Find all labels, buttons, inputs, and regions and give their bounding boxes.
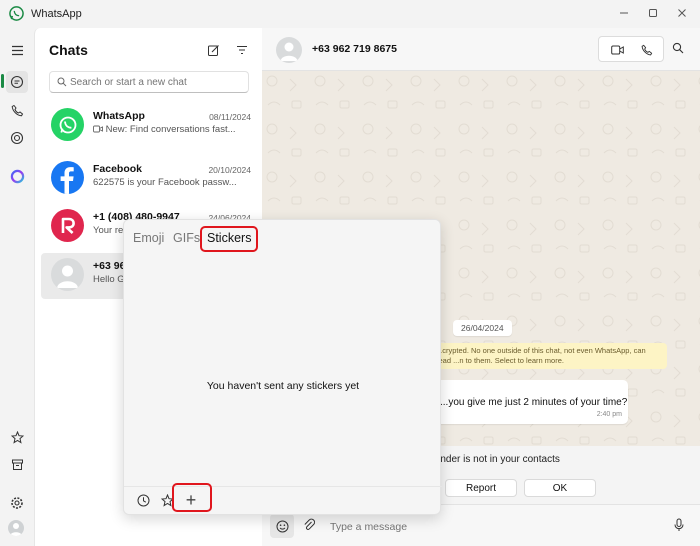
search-input[interactable] <box>70 75 245 90</box>
message-input[interactable] <box>330 519 630 535</box>
starred-icon[interactable] <box>6 426 28 448</box>
stickers-tab-highlight <box>200 226 258 252</box>
message-time: 2:40 pm <box>596 411 622 418</box>
active-indicator <box>1 74 4 88</box>
chat-item-whatsapp[interactable]: WhatsApp 08/11/2024 New: Find conversati… <box>41 103 257 149</box>
chat-name: Facebook <box>93 163 143 175</box>
microphone-icon[interactable] <box>674 518 684 537</box>
emoji-button-icon[interactable] <box>270 514 294 538</box>
minimize-icon[interactable] <box>614 3 634 23</box>
tab-emoji[interactable]: Emoji <box>133 231 164 245</box>
search-box[interactable] <box>49 71 249 93</box>
settings-icon[interactable] <box>6 492 28 514</box>
meta-ai-icon[interactable] <box>6 165 28 187</box>
voice-call-icon[interactable] <box>638 41 656 59</box>
search-icon <box>57 77 67 87</box>
call-buttons-group <box>598 36 664 62</box>
unknown-sender-text: ...nder is not in your contacts <box>432 454 560 465</box>
video-call-icon[interactable] <box>608 41 626 59</box>
chats-icon[interactable] <box>6 71 28 93</box>
whatsapp-avatar-icon <box>51 108 84 141</box>
attach-icon[interactable] <box>303 518 316 537</box>
app-title: WhatsApp <box>31 8 82 20</box>
contact-name[interactable]: +63 962 719 8675 <box>312 43 397 55</box>
calls-icon[interactable] <box>6 99 28 121</box>
default-avatar-icon <box>51 258 84 291</box>
filter-icon[interactable] <box>234 42 250 58</box>
date-chip: 26/04/2024 <box>453 320 512 336</box>
add-sticker-highlight <box>172 483 212 512</box>
archived-icon[interactable] <box>6 453 28 475</box>
close-icon[interactable] <box>672 3 692 23</box>
chats-title: Chats <box>49 42 88 58</box>
video-preview-icon <box>93 125 103 133</box>
conversation-search-icon[interactable] <box>672 41 684 59</box>
chat-date: 20/10/2024 <box>208 165 251 175</box>
sticker-picker-popup: Emoji GIFs Stickers You haven't sent any… <box>123 219 442 515</box>
contact-avatar[interactable] <box>276 37 302 63</box>
maximize-icon[interactable] <box>643 3 663 23</box>
new-chat-icon[interactable] <box>205 42 221 58</box>
menu-icon[interactable] <box>6 39 28 61</box>
tab-gifs[interactable]: GIFs <box>173 231 200 245</box>
chat-preview: New: Find conversations fast... <box>93 124 245 135</box>
report-button[interactable]: Report <box>445 479 517 497</box>
chat-date: 08/11/2024 <box>209 112 251 122</box>
recent-icon[interactable] <box>134 491 152 509</box>
conversation-header: +63 962 719 8675 <box>262 28 700 71</box>
chat-name: WhatsApp <box>93 110 145 122</box>
facebook-avatar-icon <box>51 161 84 194</box>
status-icon[interactable] <box>6 127 28 149</box>
navigation-rail <box>0 28 34 546</box>
whatsapp-logo-icon <box>9 6 24 21</box>
chat-preview: 622575 is your Facebook passw... <box>93 177 237 188</box>
r-logo-avatar-icon <box>51 209 84 242</box>
message-text: ...you give me just 2 minutes of your ti… <box>440 397 628 408</box>
profile-avatar[interactable] <box>8 520 24 536</box>
ok-button[interactable]: OK <box>524 479 596 497</box>
empty-stickers-message: You haven't sent any stickers yet <box>206 380 360 392</box>
title-bar: WhatsApp <box>0 0 700 28</box>
chat-item-facebook[interactable]: Facebook 20/10/2024 622575 is your Faceb… <box>41 156 257 202</box>
